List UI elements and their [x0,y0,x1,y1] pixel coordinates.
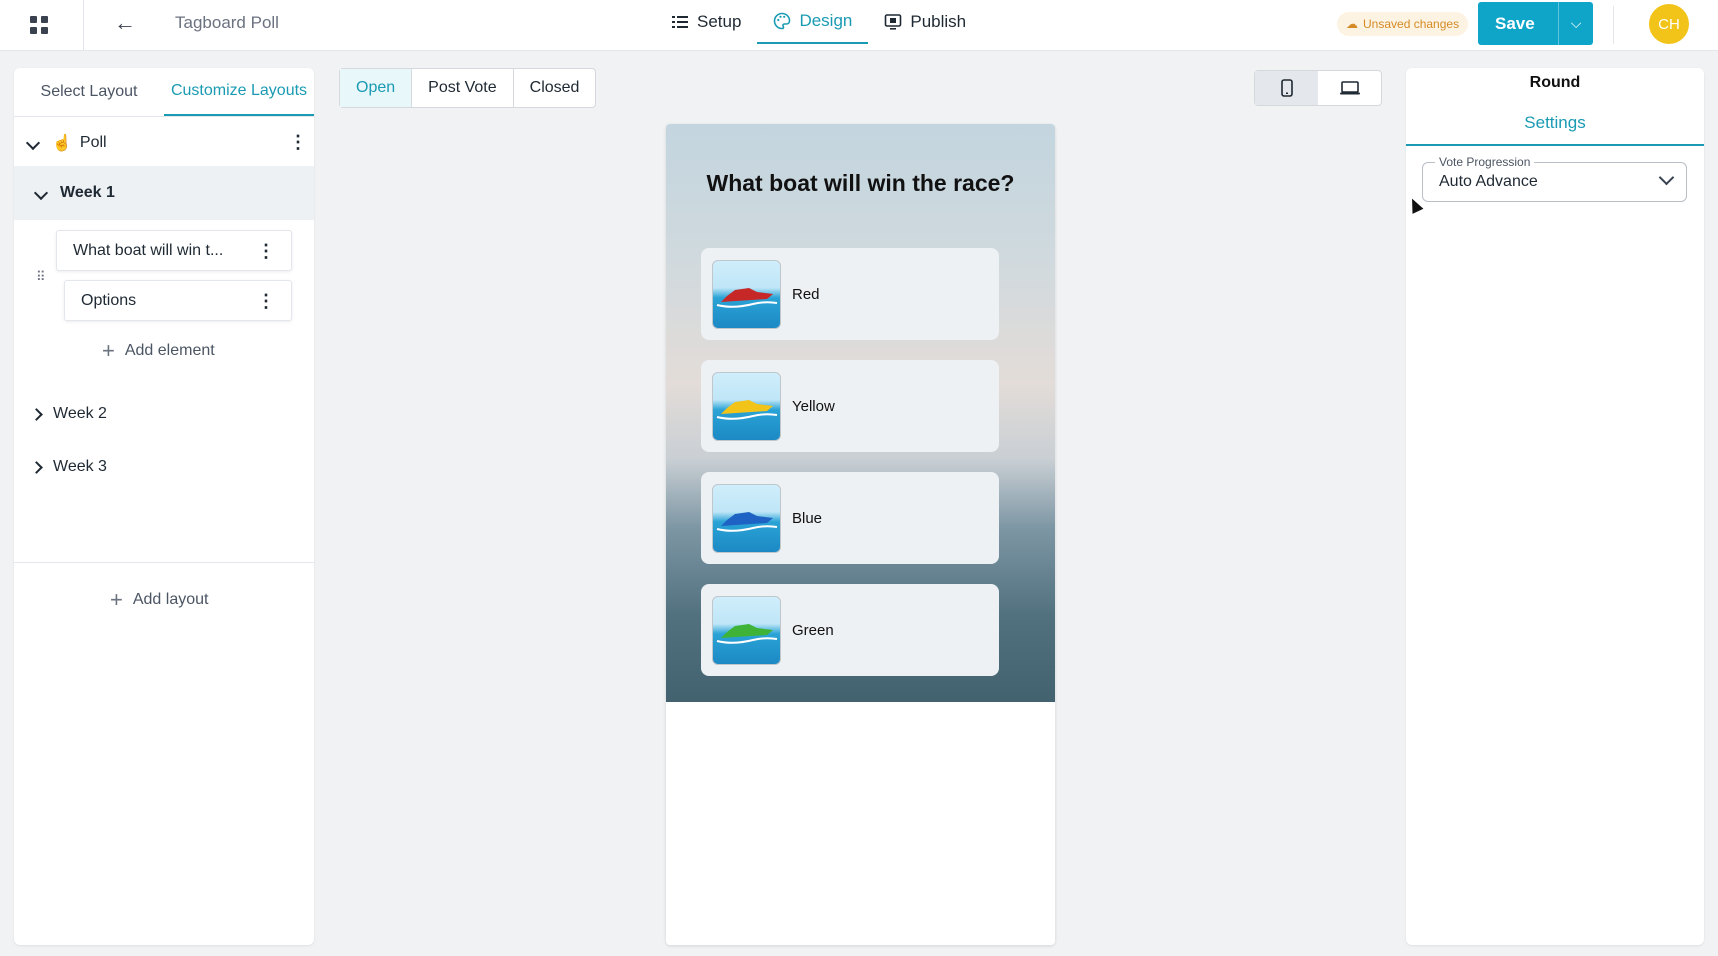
phone-icon [1280,79,1293,97]
list-icon [672,16,688,28]
tab-publish-label: Publish [910,12,967,31]
tab-design-label: Design [799,11,853,30]
poll-option[interactable]: Red [701,248,999,340]
apps-grid-icon[interactable] [28,14,50,36]
tab-select-layout[interactable]: Select Layout [14,68,164,116]
option-label: Red [792,285,820,303]
poll-option[interactable]: Green [701,584,999,676]
tree-label-week-1: Week 1 [60,184,115,201]
tree-label-week-3: Week 3 [53,458,107,475]
tree-item-poll[interactable]: ☝ Poll ⋮ [14,120,314,166]
main-tabs: Setup Design Publish [655,0,982,51]
desktop-view-button[interactable] [1318,71,1381,105]
tree-item-week-3[interactable]: Week 3 [14,447,314,487]
option-label: Blue [792,509,823,527]
field-label: Vote Progression [1435,155,1535,169]
settings-panel: Round Settings Vote Progression Auto Adv… [1406,68,1704,945]
state-tabs: Open Post Vote Closed [339,68,597,108]
tab-open[interactable]: Open [340,69,413,107]
chevron-down-icon [1658,169,1675,186]
poll-hand-icon: ☝ [52,135,72,152]
divider [1613,6,1614,44]
top-bar: ← Tagboard Poll Setup Design Publish ☁ U… [0,0,1718,51]
cloud-icon: ☁ [1346,17,1358,31]
element-question[interactable]: What boat will win t... ⋮ [56,230,292,271]
element-options[interactable]: Options ⋮ [64,280,292,321]
plus-icon: + [110,587,123,612]
tab-closed[interactable]: Closed [514,69,596,107]
save-button[interactable]: Save ⌵ [1478,2,1593,45]
add-element-label: Add element [124,342,215,359]
boat-image [712,371,781,441]
tab-setup[interactable]: Setup [655,0,757,44]
tree-item-week-1[interactable]: Week 1 [14,166,314,220]
divider [83,0,84,51]
save-options-chevron-icon[interactable]: ⌵ [1559,15,1593,32]
poll-preview: What boat will win the race? Red Yellow … [666,124,1055,945]
layouts-panel: Select Layout Customize Layouts ☝ Poll ⋮… [14,68,314,945]
more-vertical-icon[interactable]: ⋮ [257,292,275,310]
mobile-view-button[interactable] [1255,71,1318,105]
poll-option[interactable]: Blue [701,472,999,564]
unsaved-label: Unsaved changes [1363,17,1460,31]
layout-tabs: Select Layout Customize Layouts [14,68,314,117]
add-layout-button[interactable]: + Add layout [110,587,208,613]
tab-post-vote[interactable]: Post Vote [412,69,514,107]
tree-item-week-2[interactable]: Week 2 [14,394,314,434]
panel-title: Round [1529,74,1581,91]
chevron-down-icon[interactable] [33,185,49,201]
element-label: Options [81,291,137,309]
boat-image [712,259,781,329]
tab-publish[interactable]: Publish [868,0,982,44]
laptop-icon [1339,81,1360,95]
tab-customize-layouts[interactable]: Customize Layouts [164,68,314,116]
boat-image [712,483,781,553]
tree-label-poll: Poll [79,134,107,151]
add-element-button[interactable]: + Add element [102,338,215,364]
plus-icon: + [102,338,115,363]
boat-image [712,595,781,665]
add-layout-label: Add layout [132,591,209,608]
divider [14,562,314,563]
vote-progression-select[interactable]: Vote Progression Auto Advance [1422,155,1687,202]
field-value: Auto Advance [1439,173,1538,190]
chevron-right-icon[interactable] [30,407,43,421]
option-label: Yellow [792,397,835,415]
chevron-right-icon[interactable] [30,460,43,474]
tab-setup-label: Setup [697,12,742,31]
poll-question: What boat will win the race? [706,170,1015,196]
chevron-down-icon[interactable] [25,135,41,151]
avatar[interactable]: CH [1649,4,1689,44]
tab-settings[interactable]: Settings [1406,102,1704,146]
palette-icon [774,12,791,30]
project-title: Tagboard Poll [175,13,279,32]
tree-label-week-2: Week 2 [53,405,107,422]
device-toggle [1254,70,1382,106]
tab-design[interactable]: Design [757,0,869,44]
monitor-icon [885,14,902,30]
more-vertical-icon[interactable]: ⋮ [257,242,275,260]
back-arrow-icon[interactable]: ← [114,10,136,36]
more-vertical-icon[interactable]: ⋮ [289,133,307,151]
option-label: Green [792,621,834,639]
poll-option[interactable]: Yellow [701,360,999,452]
element-label: What boat will win t... [73,241,224,259]
unsaved-badge: ☁ Unsaved changes [1337,12,1469,36]
drag-handle-icon[interactable]: ⠿ [36,269,46,285]
save-label: Save [1495,13,1535,33]
